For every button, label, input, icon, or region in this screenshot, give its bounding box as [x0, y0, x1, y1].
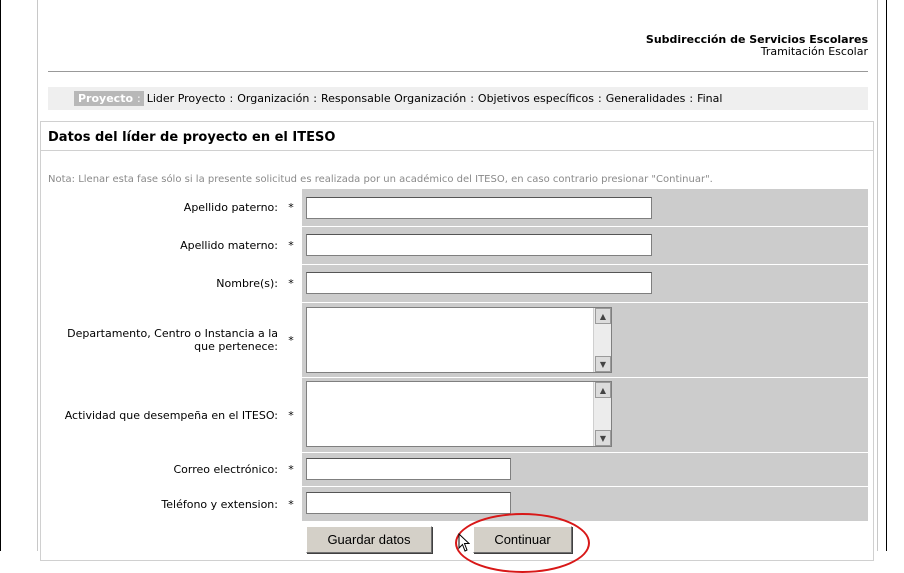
required-mark: *	[280, 265, 302, 302]
scroll-up-arrow-icon[interactable]: ▲	[595, 382, 611, 398]
actividad-label: Actividad que desempeña en el ITESO:	[48, 378, 280, 452]
step-lider-proyecto[interactable]: Lider Proyecto	[147, 92, 226, 105]
scroll-down-arrow-icon[interactable]: ▼	[595, 430, 611, 446]
step-responsable-organizacion[interactable]: Responsable Organización	[321, 92, 466, 105]
field-cell	[302, 487, 868, 521]
required-mark: *	[280, 453, 302, 486]
field-cell	[302, 227, 868, 264]
header-divider	[48, 71, 868, 72]
form-row-apellido-materno: Apellido materno: *	[48, 227, 868, 264]
apellido-materno-input[interactable]	[306, 234, 652, 256]
apellido-paterno-label: Apellido paterno:	[48, 189, 280, 226]
scroll-up-arrow-icon[interactable]: ▲	[595, 308, 611, 324]
left-content-border	[37, 0, 38, 551]
section-title: Datos del líder de proyecto en el ITESO	[48, 130, 336, 145]
form-row-telefono: Teléfono y extension: *	[48, 487, 868, 521]
step-separator: :	[313, 92, 318, 105]
form-note: Nota: Llenar esta fase sólo si la presen…	[48, 174, 713, 185]
vertical-scrollbar[interactable]: ▲ ▼	[593, 382, 611, 446]
field-cell	[302, 453, 868, 486]
step-organizacion[interactable]: Organización	[237, 92, 309, 105]
actividad-textarea[interactable]: ▲ ▼	[306, 381, 612, 447]
form-row-actividad: Actividad que desempeña en el ITESO: * ▲…	[48, 378, 868, 452]
field-cell: ▲ ▼	[302, 303, 868, 377]
right-frame-border	[886, 0, 887, 551]
left-frame-border	[0, 0, 1, 551]
required-mark: *	[280, 487, 302, 521]
save-button[interactable]: Guardar datos	[306, 526, 432, 553]
steps-breadcrumb: Proyecto: Lider Proyecto : Organización …	[48, 87, 868, 110]
section-divider	[41, 150, 874, 151]
form-row-correo: Correo electrónico: *	[48, 453, 868, 486]
step-proyecto-active: Proyecto	[74, 91, 138, 106]
telefono-input[interactable]	[306, 492, 511, 514]
field-cell	[302, 265, 868, 302]
apellido-paterno-input[interactable]	[306, 197, 652, 219]
field-cell	[302, 189, 868, 226]
highlight-ring	[455, 513, 590, 573]
required-mark: *	[280, 189, 302, 226]
vertical-scrollbar[interactable]: ▲ ▼	[593, 308, 611, 372]
required-mark: *	[280, 378, 302, 452]
telefono-label: Teléfono y extension:	[48, 487, 280, 521]
departamento-label: Departamento, Centro o Instancia a la qu…	[48, 303, 280, 377]
nombres-input[interactable]	[306, 272, 652, 294]
step-separator: :	[598, 92, 602, 105]
step-final[interactable]: Final	[697, 92, 722, 105]
header-subtitle: Tramitación Escolar	[760, 45, 868, 58]
step-generalidades[interactable]: Generalidades	[606, 92, 686, 105]
step-separator: :	[229, 92, 234, 105]
apellido-materno-label: Apellido materno:	[48, 227, 280, 264]
correo-input[interactable]	[306, 458, 511, 480]
required-mark: *	[280, 227, 302, 264]
nombres-label: Nombre(s):	[48, 265, 280, 302]
form-row-apellido-paterno: Apellido paterno: *	[48, 189, 868, 226]
step-separator: :	[470, 92, 474, 105]
mouse-pointer-icon	[458, 533, 470, 552]
scroll-down-arrow-icon[interactable]: ▼	[595, 356, 611, 372]
step-separator: :	[689, 92, 694, 105]
step-separator: :	[137, 91, 144, 106]
right-content-border	[877, 0, 878, 551]
required-mark: *	[280, 303, 302, 377]
form-row-nombres: Nombre(s): *	[48, 265, 868, 302]
field-cell: ▲ ▼	[302, 378, 868, 452]
step-objetivos-especificos[interactable]: Objetivos específicos	[478, 92, 594, 105]
form-row-departamento: Departamento, Centro o Instancia a la qu…	[48, 303, 868, 377]
correo-label: Correo electrónico:	[48, 453, 280, 486]
departamento-textarea[interactable]: ▲ ▼	[306, 307, 612, 373]
